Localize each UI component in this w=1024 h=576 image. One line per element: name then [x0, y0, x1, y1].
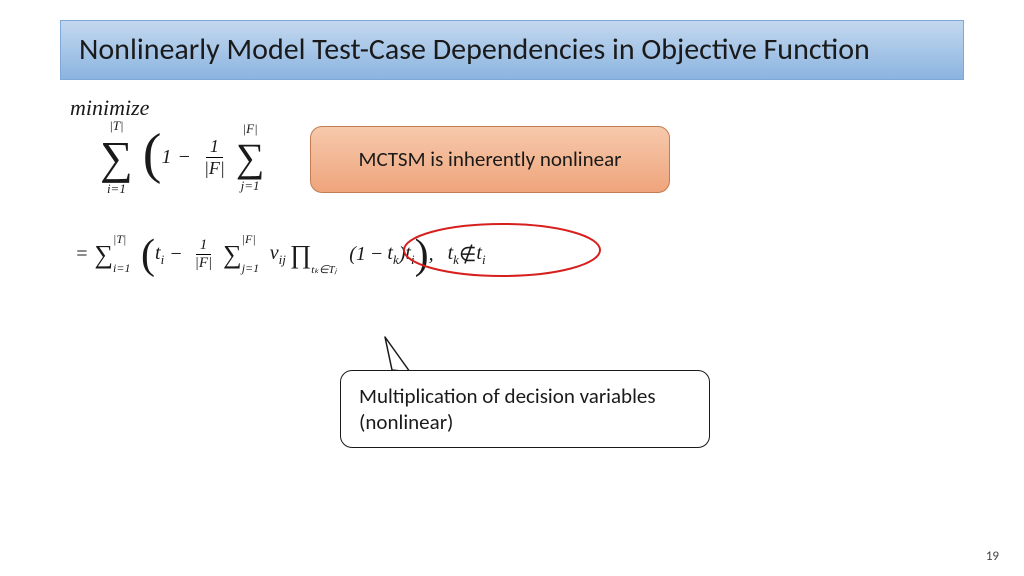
- equation-1-row: ∑ |T| i=1 ( 1 − 1 |F| ∑ |F| j=1 MCTSM is: [70, 126, 964, 201]
- one2: 1: [356, 243, 366, 266]
- minimize-label: minimize: [70, 95, 964, 121]
- vij: vij: [270, 242, 286, 268]
- isum-lower: j=1: [241, 179, 260, 192]
- prod-sub: tₖ∈Tⱼ: [311, 263, 336, 276]
- comma: ,: [429, 243, 434, 266]
- equation-2-row: = ∑ |T| i=1 ( ti − 1 |F| ∑ |F|: [70, 231, 964, 291]
- cond-ti: ti: [476, 242, 485, 268]
- page-number: 19: [986, 549, 999, 564]
- equals: =: [75, 243, 89, 266]
- isum2: ∑ |F| j=1: [223, 240, 242, 270]
- frac2-num: 1: [196, 237, 212, 255]
- lparen: (: [143, 122, 162, 186]
- lparen2: (: [141, 231, 155, 279]
- isum2-lower: j=1: [242, 261, 259, 276]
- sum-symbol: ∑ |T| i=1: [100, 135, 133, 181]
- cond-tk: tk: [448, 242, 459, 268]
- minus3: −: [370, 243, 384, 266]
- slide: Nonlinearly Model Test-Case Dependencies…: [0, 0, 1024, 576]
- ti: ti: [155, 242, 164, 268]
- minus2: −: [169, 243, 183, 266]
- equation-2: = ∑ |T| i=1 ( ti − 1 |F| ∑ |F|: [75, 231, 486, 279]
- minus: −: [177, 146, 191, 169]
- tk: tk: [387, 242, 398, 268]
- inner-sum: ∑ |F| j=1: [236, 138, 265, 178]
- equation-1: ∑ |T| i=1 ( 1 − 1 |F| ∑ |F| j=1: [100, 126, 264, 190]
- ti2: ti: [405, 242, 414, 268]
- sum2: ∑ |T| i=1: [95, 240, 114, 270]
- sum2-lower: i=1: [113, 261, 130, 276]
- slide-title: Nonlinearly Model Test-Case Dependencies…: [79, 31, 945, 69]
- callout-multiplication: Multiplication of decision variables (no…: [340, 370, 710, 448]
- fraction2: 1 |F|: [191, 237, 216, 272]
- rparen2: ): [415, 231, 429, 279]
- frac-den: |F|: [200, 158, 229, 179]
- paren-close: ): [399, 243, 406, 266]
- one: 1: [161, 146, 171, 169]
- title-box: Nonlinearly Model Test-Case Dependencies…: [60, 20, 964, 80]
- prod: ∏ tₖ∈Tⱼ: [290, 240, 311, 270]
- frac-num: 1: [206, 136, 223, 158]
- callout-tail: [382, 334, 422, 374]
- notin: ∉: [459, 242, 476, 267]
- callout-orange-text: MCTSM is inherently nonlinear: [359, 146, 622, 172]
- paren-open: (: [349, 243, 356, 266]
- callout-white-text: Multiplication of decision variables (no…: [359, 383, 656, 435]
- isum2-upper: |F|: [242, 232, 256, 247]
- fraction: 1 |F|: [200, 136, 229, 179]
- isum-upper: |F|: [243, 122, 258, 135]
- sum2-upper: |T|: [113, 232, 126, 247]
- frac2-den: |F|: [191, 255, 216, 272]
- content-area: minimize ∑ |T| i=1 ( 1 − 1 |F| ∑ |F| j=1: [60, 95, 964, 291]
- sum-upper: |T|: [109, 119, 123, 132]
- sum-lower: i=1: [107, 182, 126, 195]
- callout-nonlinear: MCTSM is inherently nonlinear: [310, 126, 670, 193]
